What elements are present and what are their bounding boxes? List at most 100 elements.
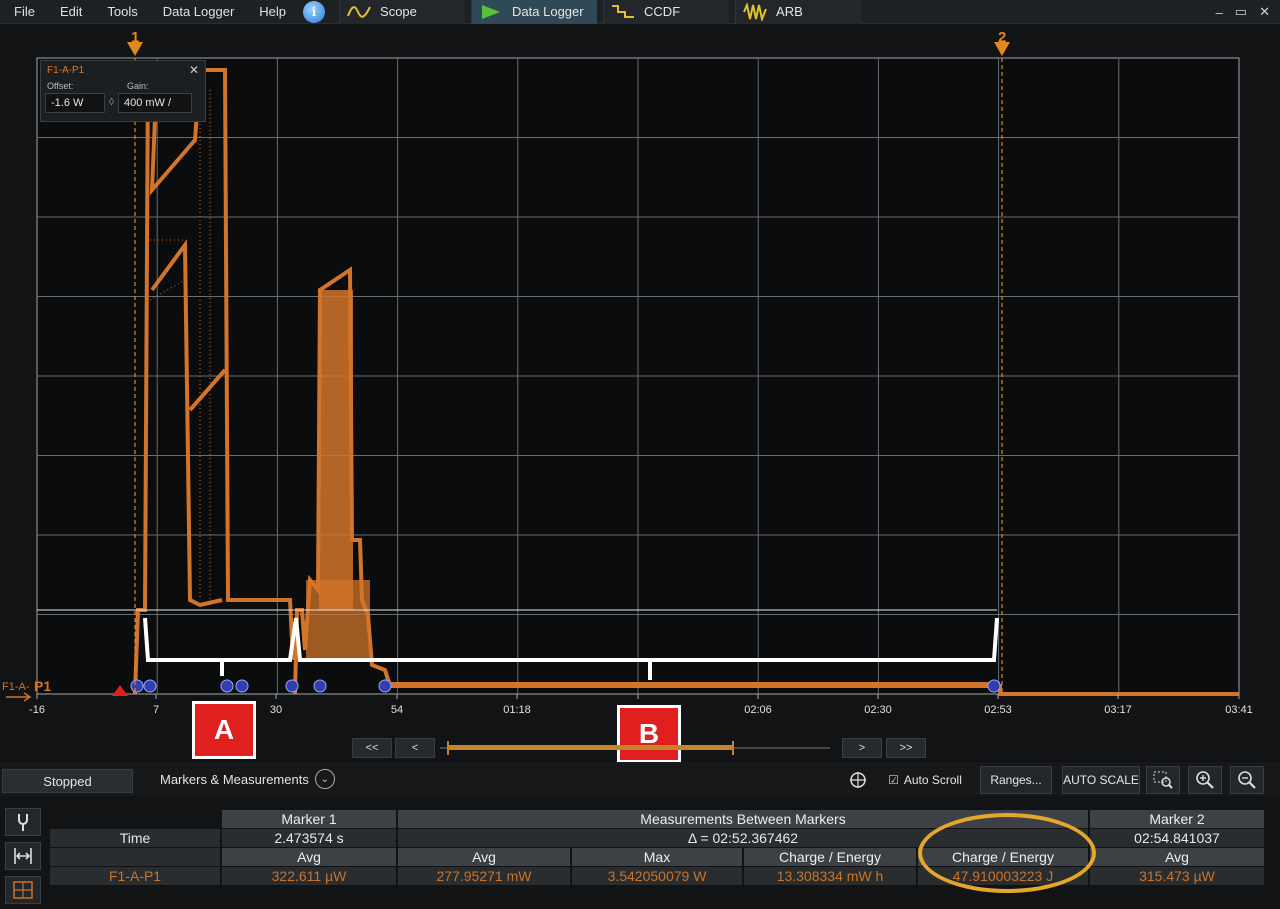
maximize-icon[interactable]: ▭ [1235, 4, 1247, 20]
tab-ccdf-label: CCDF [644, 4, 681, 19]
channel-tag-arrow-icon [6, 692, 32, 702]
tab-scope[interactable]: Scope [339, 0, 466, 24]
trace-baseline [390, 682, 1000, 688]
channel-box-title: F1-A-P1 [47, 64, 85, 76]
data-point-dot [235, 679, 249, 693]
probe-icon [18, 814, 28, 831]
tab-scope-label: Scope [380, 4, 417, 19]
empty-corner-cell [50, 848, 220, 866]
data-logger-window: File Edit Tools Data Logger Help i Scope… [0, 0, 1280, 909]
data-point-dot [285, 679, 299, 693]
tab-arb[interactable]: ARB [735, 0, 862, 24]
channel-box-close-icon[interactable]: ✕ [189, 63, 199, 77]
time-scrollbar[interactable] [440, 738, 830, 758]
nav-first-button[interactable]: << [352, 738, 392, 758]
zoom-out-button[interactable] [1230, 766, 1264, 794]
auto-scroll-label: Auto Scroll [903, 773, 962, 787]
close-icon[interactable]: ✕ [1259, 4, 1270, 20]
marker-2-avg-value: 315.473 µW [1090, 867, 1264, 885]
bottom-toolbar: Stopped Markers & Measurements ⌄ ☑ Auto … [0, 762, 1280, 796]
menu-data-logger[interactable]: Data Logger [149, 4, 246, 19]
info-icon[interactable]: i [303, 0, 326, 23]
crosshair-icon [850, 772, 866, 788]
menu-tools[interactable]: Tools [93, 4, 148, 19]
tab-data-logger[interactable]: Data Logger [471, 0, 598, 24]
plot-area[interactable]: -167305401:1801:4202:0602:3002:5303:1703… [0, 25, 1280, 763]
markers-measurements-label: Markers & Measurements [160, 771, 309, 787]
zoom-box-icon [1153, 771, 1173, 789]
markers-measurements-toggle[interactable]: Markers & Measurements ⌄ [160, 766, 335, 792]
nav-last-button[interactable]: >> [886, 738, 926, 758]
zoom-in-button[interactable] [1188, 766, 1222, 794]
marker-2-label: 2 [998, 29, 1006, 46]
auto-scale-button[interactable]: AUTO SCALE [1062, 766, 1140, 794]
offset-label: Offset: [47, 81, 74, 91]
channel-tag-suffix: P1 [34, 678, 51, 694]
x-tick-label: 02:53 [984, 704, 1012, 715]
zoom-out-icon [1238, 771, 1256, 789]
chevron-down-icon: ⌄ [314, 769, 335, 789]
x-tick-label: 01:18 [503, 704, 531, 715]
crosshair-button[interactable] [845, 766, 871, 794]
probe-button[interactable] [5, 808, 41, 836]
tab-arb-label: ARB [776, 4, 803, 19]
marker-1-label: 1 [131, 29, 139, 46]
data-point-dot [130, 679, 144, 693]
x-tick-label: 7 [153, 704, 159, 715]
between-charge-value-a: 13.308334 mW h [744, 867, 916, 885]
step-curve-icon [612, 4, 635, 18]
ranges-button[interactable]: Ranges... [980, 766, 1052, 794]
menu-bar: File Edit Tools Data Logger Help i Scope… [0, 0, 1280, 24]
menu-edit[interactable]: Edit [46, 4, 93, 19]
between-charge-header-a: Charge / Energy [744, 848, 916, 866]
arb-wave-icon [743, 2, 767, 21]
marker-1-avg-header: Avg [222, 848, 396, 866]
checkbox-icon: ☑ [888, 773, 899, 787]
x-tick-label: 02:30 [864, 704, 892, 715]
marker-2-header: Marker 2 [1090, 810, 1264, 828]
marker-2-time: 02:54.841037 [1090, 829, 1264, 847]
marker-1-header: Marker 1 [222, 810, 396, 828]
marker-measure-button[interactable] [5, 842, 41, 870]
offset-stepper-icon[interactable]: ◊ [109, 93, 114, 113]
offset-value[interactable]: -1.6 W [45, 93, 105, 113]
data-point-dot [220, 679, 234, 693]
nav-prev-button[interactable]: < [395, 738, 435, 758]
plot-canvas[interactable]: -167305401:1801:4202:0602:3002:5303:1703… [0, 25, 1280, 715]
x-tick-label: 02:06 [744, 704, 772, 715]
x-tick-label: 03:41 [1225, 704, 1253, 715]
gain-label: Gain: [127, 81, 149, 91]
zoom-box-button[interactable] [1146, 766, 1180, 794]
data-point-dot [378, 679, 392, 693]
marker-measure-icon [14, 848, 32, 864]
window-controls: – ▭ ✕ [1216, 0, 1270, 24]
time-navigation: << < > >> [0, 738, 1280, 760]
marker-1-avg-value: 322.611 µW [222, 867, 396, 885]
energy-highlight-circle [918, 813, 1096, 893]
channel-settings-box: F1-A-P1 ✕ Offset: Gain: -1.6 W ◊ 400 mW … [40, 60, 206, 122]
tab-ccdf[interactable]: CCDF [603, 0, 730, 24]
menu-file[interactable]: File [0, 4, 46, 19]
gain-value[interactable]: 400 mW / [117, 93, 192, 113]
data-point-dot [987, 679, 1001, 693]
x-tick-label: -16 [29, 704, 45, 715]
channel-row-label: F1-A-P1 [50, 867, 220, 885]
tab-data-logger-label: Data Logger [512, 4, 584, 19]
channel-tag-prefix: F1-A- [2, 681, 30, 693]
nav-next-button[interactable]: > [842, 738, 882, 758]
x-tick-label: 54 [391, 704, 403, 715]
sine-wave-icon [347, 5, 371, 18]
minimize-icon[interactable]: – [1216, 5, 1223, 20]
data-point-dot [143, 679, 157, 693]
trace-burst [319, 290, 353, 610]
grid-icon [13, 881, 33, 899]
zoom-in-icon [1196, 771, 1214, 789]
grid-button[interactable] [5, 876, 41, 904]
menu-help[interactable]: Help [245, 4, 297, 19]
marker-1-time: 2.473574 s [222, 829, 396, 847]
between-avg-value: 277.95271 mW [398, 867, 570, 885]
auto-scroll-toggle[interactable]: ☑ Auto Scroll [880, 766, 970, 794]
marker-2-avg-header: Avg [1090, 848, 1264, 866]
status-stopped[interactable]: Stopped [2, 769, 133, 793]
time-row-label: Time [50, 829, 220, 847]
